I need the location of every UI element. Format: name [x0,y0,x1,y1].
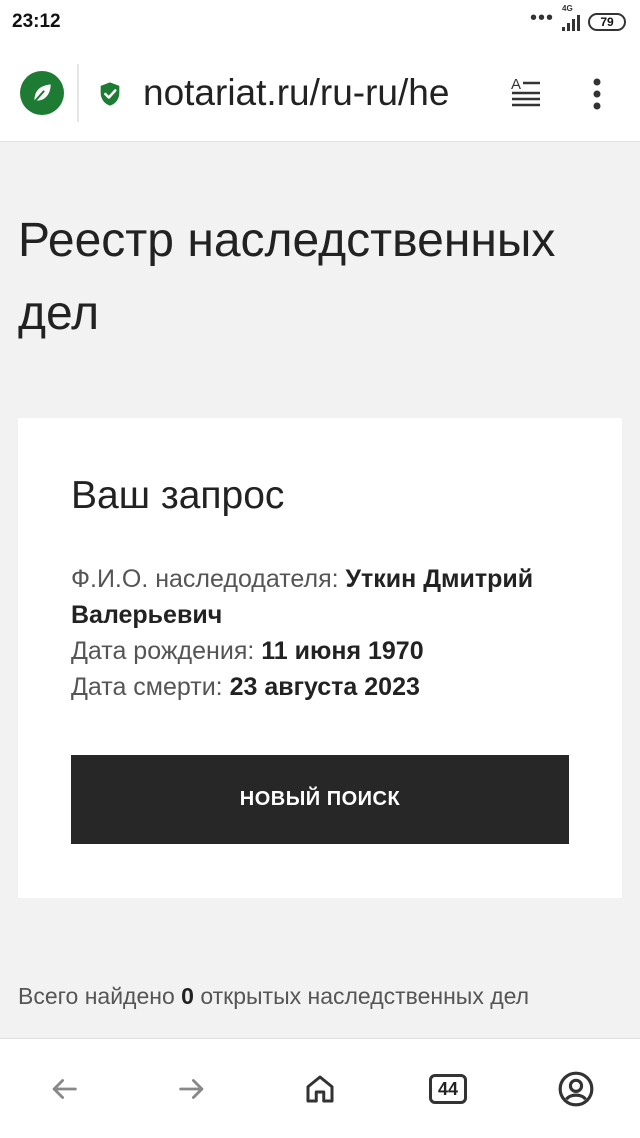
shield-check-icon[interactable] [96,80,124,108]
status-indicators: ••• 4G 79 [530,4,626,32]
status-time: 23:12 [12,11,61,32]
tabs-count: 44 [437,1078,459,1099]
card-title: Ваш запрос [71,474,285,517]
birth-label: Дата рождения: [71,637,262,665]
browser-toolbar: notariat.ru/ru-ru/he A [0,44,640,142]
tabs-icon[interactable]: 44 [426,1067,470,1111]
death-label: Дата смерти: [71,673,230,701]
birth-value: 11 июня 1970 [261,637,424,665]
reader-mode-icon[interactable]: A [508,74,544,110]
fio-row: Ф.И.О. наследодателя: Уткин Дмитрий Вале… [71,561,571,633]
notification-dots-icon: ••• [529,7,554,29]
page-title: Реестр наследственных дел [18,214,556,340]
new-search-button[interactable]: НОВЫЙ ПОИСК [71,755,569,844]
results-summary: Всего найдено 0 открытых наследственных … [18,983,638,1010]
death-value: 23 августа 2023 [229,673,420,701]
results-prefix: Всего найдено [18,983,182,1009]
results-suffix: открытых наследственных дел [193,983,530,1009]
results-count: 0 [181,983,194,1009]
network-type: 4G [562,4,573,13]
toolbar-divider [77,64,79,122]
death-row: Дата смерти: 23 августа 2023 [71,669,571,705]
arrow-right-icon[interactable] [170,1067,214,1111]
status-bar: 23:12 ••• 4G 79 [0,0,640,44]
birth-row: Дата рождения: 11 июня 1970 [71,633,571,669]
request-card: Ваш запрос Ф.И.О. наследодателя: Уткин Д… [18,418,622,898]
url-bar[interactable]: notariat.ru/ru-ru/he [143,70,493,116]
request-info: Ф.И.О. наследодателя: Уткин Дмитрий Вале… [71,561,571,705]
fio-label: Ф.И.О. наследодателя: [71,565,346,593]
battery-icon: 79 [588,13,626,31]
home-icon[interactable] [298,1067,342,1111]
battery-level: 79 [600,15,614,29]
svg-text:A: A [511,76,521,93]
account-icon[interactable] [554,1067,598,1111]
signal-icon: 4G [562,4,580,31]
leaf-icon[interactable] [20,71,64,115]
bottom-nav: 44 [0,1038,640,1138]
more-vert-icon[interactable] [582,74,612,114]
arrow-left-icon[interactable] [42,1067,86,1111]
